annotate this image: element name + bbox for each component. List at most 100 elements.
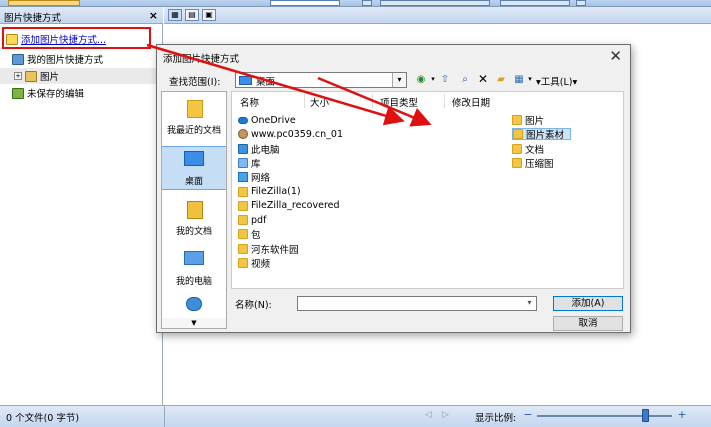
place-label: 我的电脑 [175, 277, 212, 287]
new-folder-icon[interactable]: ▰ [495, 73, 507, 87]
folder-icon [238, 258, 248, 268]
toolbar-button-fragment[interactable] [500, 0, 570, 6]
column-header-type[interactable]: 项目类型 [380, 95, 418, 109]
list-item-label: 包 [251, 230, 261, 242]
column-divider [444, 94, 445, 108]
tree-item-unsaved-edits[interactable]: 未保存的编辑 [0, 85, 163, 101]
place-desktop[interactable]: 桌面 [162, 146, 226, 190]
add-button[interactable]: 添加(A) [553, 296, 623, 311]
left-panel-header: 图片快捷方式 × [0, 7, 163, 24]
list-item-label: 此电脑 [251, 144, 280, 156]
place-my-documents[interactable]: 我的文档 [162, 197, 226, 241]
file-name-input[interactable] [297, 296, 537, 311]
toolbar-dropdown-fragment[interactable] [362, 0, 372, 6]
chevron-down-icon[interactable]: ▾ [523, 297, 536, 310]
column-divider [372, 94, 373, 108]
list-item[interactable]: FileZilla_recovered [238, 200, 340, 212]
views-icon[interactable]: ▦ [513, 73, 525, 87]
list-item[interactable]: 网络 [238, 171, 271, 185]
back-icon[interactable]: ◉ [415, 73, 427, 87]
list-item-label: 视频 [251, 259, 271, 270]
column-header-date[interactable]: 修改日期 [452, 95, 490, 109]
lookin-label: 查找范围(I): [169, 77, 221, 88]
dialog-close-button[interactable]: ✕ [609, 47, 622, 65]
cloud-icon [238, 116, 248, 124]
tools-menu[interactable]: ▾工具(L)▾ [536, 74, 577, 88]
folder-icon [238, 186, 248, 197]
file-count-status: 0 个文件(0 字节) [6, 413, 80, 424]
place-recent-documents[interactable]: 我最近的文档 [162, 96, 226, 140]
dialog-title: 添加图片快捷方式 [163, 54, 240, 65]
list-item[interactable]: OneDrive [238, 114, 296, 126]
list-item[interactable]: 包 [238, 228, 261, 242]
folder-icon [238, 229, 248, 240]
nav-arrows[interactable]: ◁▷ [425, 410, 459, 420]
toolbar-button-fragment[interactable] [380, 0, 490, 6]
up-folder-icon[interactable]: ⇧ [439, 73, 451, 87]
add-shortcut-dialog: 添加图片快捷方式 ✕ 查找范围(I): 桌面 ▾ ◉ ▾ ⇧ ⌕ ✕ ▰ ▦ ▾… [156, 44, 631, 333]
list-item[interactable]: www.pc0359.cn_01 [238, 128, 343, 140]
views-dropdown-icon[interactable]: ▾ [526, 73, 534, 87]
chevron-down-icon[interactable]: ▾ [392, 73, 406, 87]
zoom-label: 显示比例: [475, 413, 517, 424]
user-icon [238, 129, 248, 140]
column-header-size[interactable]: 大小 [310, 95, 329, 109]
place-label: 我的文档 [175, 227, 212, 237]
list-item-label: 网络 [251, 173, 271, 185]
zoom-slider-thumb[interactable] [642, 409, 649, 422]
place-network[interactable] [162, 295, 226, 315]
single-view-icon[interactable]: ▣ [202, 9, 216, 21]
place-label: 我最近的文档 [166, 126, 221, 136]
list-item-label: www.pc0359.cn_01 [251, 128, 343, 140]
place-my-computer[interactable]: 我的电脑 [162, 247, 226, 291]
status-bar: 0 个文件(0 字节) ◁▷ 显示比例: − + [0, 405, 711, 427]
list-item-label: 河东软件园 [251, 244, 299, 256]
zoom-out-icon[interactable]: − [521, 408, 535, 422]
list-item[interactable]: 库 [238, 157, 261, 170]
list-item-label: 图片 [525, 116, 545, 127]
list-item[interactable]: 图片 [512, 114, 545, 127]
list-item[interactable]: 压缩图 [512, 157, 554, 170]
list-item[interactable]: 河东软件园 [238, 243, 299, 256]
recent-documents-icon [187, 100, 203, 118]
list-item[interactable]: 文档 [512, 143, 544, 156]
folder-icon [512, 115, 522, 125]
cancel-button[interactable]: 取消 [553, 316, 623, 331]
toolbar-dropdown-fragment[interactable] [576, 0, 586, 6]
close-panel-button[interactable]: × [149, 9, 158, 22]
tree-item-label: 未保存的编辑 [27, 89, 85, 100]
zoom-slider-track[interactable] [537, 415, 672, 417]
folder-icon [513, 129, 523, 140]
column-header-name[interactable]: 名称 [240, 95, 259, 109]
list-item-selected[interactable]: 图片素材 [512, 128, 572, 141]
file-name-label: 名称(N): [235, 300, 272, 311]
toolbar-field-fragment[interactable] [270, 0, 340, 6]
list-item-label: 压缩图 [525, 158, 554, 170]
folder-icon [238, 243, 248, 254]
delete-icon[interactable]: ✕ [477, 73, 489, 87]
toolbar-button-fragment[interactable] [8, 0, 80, 6]
top-toolbar-strip [0, 0, 711, 7]
places-bar: 我最近的文档 桌面 我的文档 我的电脑 ▼ [161, 91, 227, 329]
column-divider [304, 94, 305, 108]
list-item[interactable]: 此电脑 [238, 143, 280, 156]
places-scroll-down-icon[interactable]: ▼ [162, 318, 226, 328]
folder-icon [512, 143, 522, 154]
list-item[interactable]: FileZilla(1) [238, 186, 301, 198]
list-item[interactable]: 视频 [238, 257, 271, 270]
expand-icon[interactable]: + [14, 72, 22, 80]
thumbnail-view-icon[interactable]: ▦ [168, 9, 182, 21]
tree-item-my-shortcuts[interactable]: 我的图片快捷方式 [0, 51, 163, 67]
list-item[interactable]: pdf [238, 214, 266, 226]
tree-item-pictures[interactable]: + 图片 [0, 68, 163, 84]
view-toolbar: ▦ ▤ ▣ [164, 7, 711, 24]
highlight-box [2, 27, 151, 49]
zoom-in-icon[interactable]: + [675, 408, 689, 422]
lookin-combobox[interactable]: 桌面 ▾ [235, 72, 407, 88]
folder-icon [512, 157, 522, 168]
shortcut-folder-icon [12, 53, 24, 65]
tree-item-label: 我的图片快捷方式 [27, 55, 104, 66]
search-web-icon[interactable]: ⌕ [459, 73, 471, 87]
filmstrip-view-icon[interactable]: ▤ [185, 9, 199, 21]
back-dropdown-icon[interactable]: ▾ [429, 73, 437, 87]
